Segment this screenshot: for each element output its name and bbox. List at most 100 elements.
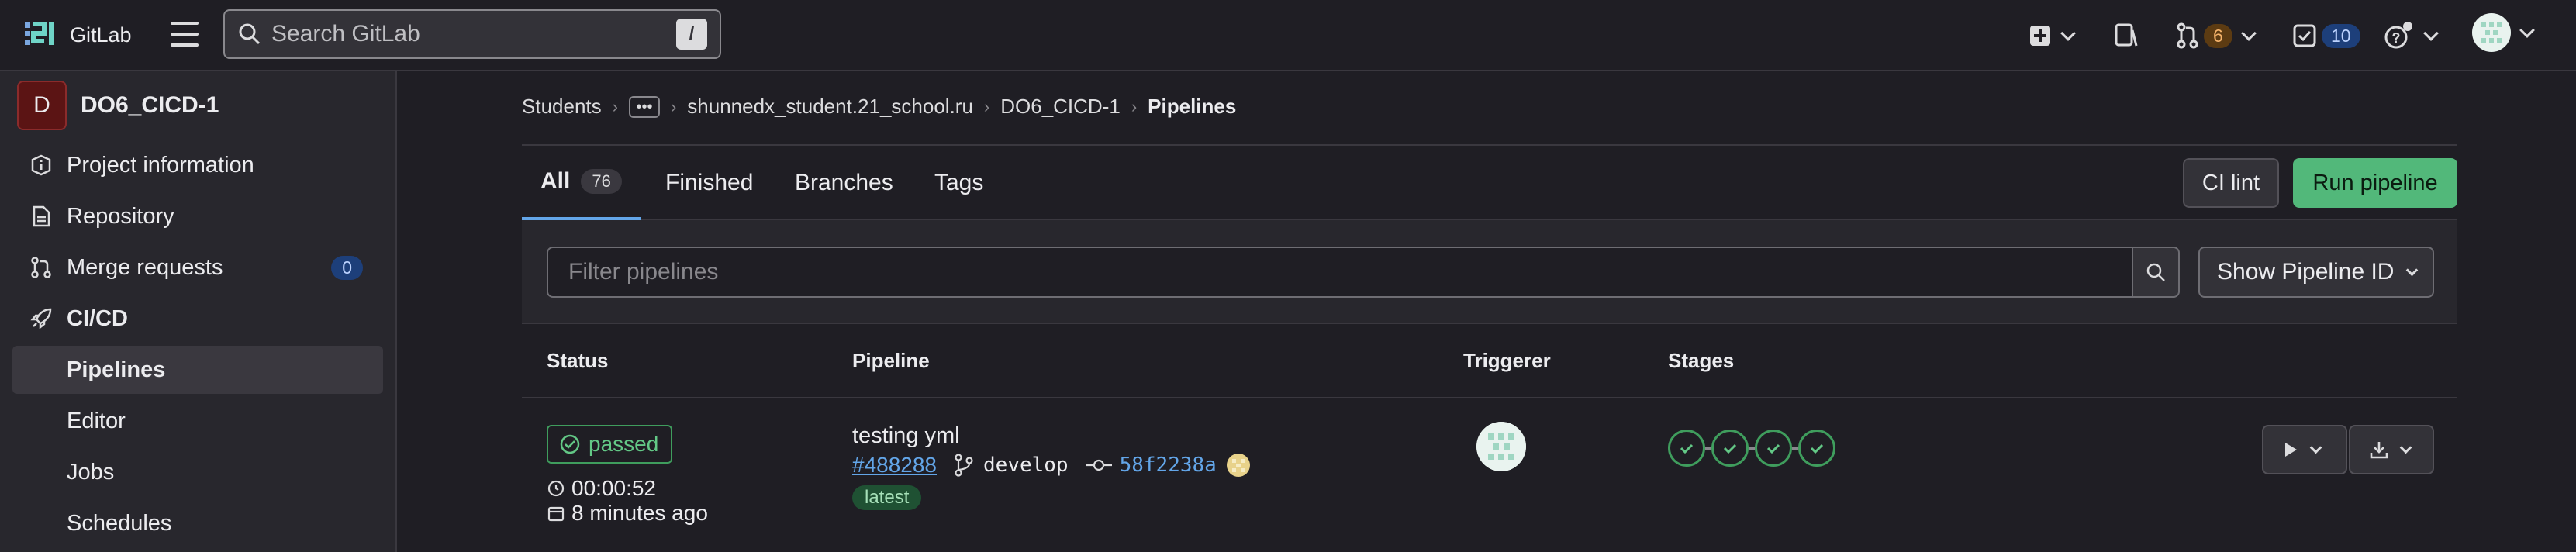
merge-request-icon	[31, 257, 51, 278]
chevron-down-icon	[2423, 26, 2439, 41]
filter-bar: Filter pipelines Show Pipeline ID	[522, 220, 2457, 324]
sidebar-item-project-information[interactable]: Project information	[12, 141, 383, 189]
sidebar-item-label: Merge requests	[67, 254, 223, 280]
check-icon	[1723, 443, 1737, 454]
table-row: passed 00:00:52 8 minutes ago testing ym…	[522, 398, 2457, 552]
app-name: GitLab	[70, 22, 132, 47]
sidebar-item-label: Repository	[67, 203, 174, 229]
tab-tags[interactable]: Tags	[934, 146, 983, 220]
project-avatar: D	[17, 81, 67, 130]
breadcrumb-item-project[interactable]: DO6_CICD-1	[1000, 95, 1121, 119]
commit-author-avatar[interactable]	[1226, 453, 1251, 478]
calendar-icon	[547, 506, 565, 522]
pipeline-stages	[1668, 430, 1835, 467]
stage-status-button[interactable]	[1755, 430, 1792, 467]
pipeline-tabs: All 76 Finished Branches Tags CI lint Ru…	[522, 144, 2457, 220]
merge-requests-badge: 0	[331, 255, 363, 280]
branch-name-link[interactable]: develop	[983, 454, 1069, 477]
menu-bar	[171, 43, 199, 47]
create-new-button[interactable]	[2029, 19, 2076, 53]
tab-all[interactable]: All 76	[522, 146, 641, 220]
sidebar-item-schedules[interactable]: Schedules	[12, 499, 383, 547]
search-shortcut-key: /	[676, 19, 707, 50]
check-icon	[1680, 443, 1694, 454]
sidebar-item-label: CI/CD	[67, 305, 128, 331]
search-icon	[239, 23, 261, 45]
tab-label: Finished	[665, 170, 754, 195]
run-pipeline-button[interactable]: Run pipeline	[2293, 158, 2457, 208]
project-header-link[interactable]: D DO6_CICD-1	[17, 81, 219, 130]
filter-search-button[interactable]	[2132, 247, 2180, 298]
sidebar-item-editor[interactable]: Editor	[12, 397, 383, 445]
show-pipeline-id-dropdown[interactable]: Show Pipeline ID	[2198, 247, 2434, 298]
finished-value: 8 minutes ago	[571, 501, 708, 525]
tab-count-badge: 76	[581, 169, 622, 194]
sidebar: D DO6_CICD-1 Project information Reposit…	[0, 71, 397, 552]
rocket-icon	[30, 308, 52, 329]
stage-status-button[interactable]	[1711, 430, 1749, 467]
menu-toggle-button[interactable]	[169, 22, 200, 47]
column-header-stages: Stages	[1668, 349, 1735, 372]
ci-lint-button[interactable]: CI lint	[2183, 158, 2279, 208]
status-badge[interactable]: passed	[547, 425, 673, 464]
sidebar-item-merge-requests[interactable]: Merge requests 0	[12, 243, 383, 292]
issues-button[interactable]	[2114, 19, 2139, 53]
pipeline-duration: 00:00:52	[547, 476, 656, 501]
pipelines-table-header: Status Pipeline Triggerer Stages	[522, 326, 2457, 398]
check-circle-icon	[560, 434, 580, 454]
breadcrumb-separator: ›	[1131, 96, 1138, 116]
sidebar-item-label: Schedules	[67, 510, 172, 536]
svg-text:?: ?	[2392, 30, 2401, 46]
user-menu[interactable]	[2472, 13, 2535, 52]
download-icon	[2370, 442, 2388, 459]
duration-value: 00:00:52	[571, 476, 656, 500]
breadcrumb-more-button[interactable]: •••	[628, 95, 660, 118]
tab-branches[interactable]: Branches	[795, 146, 893, 220]
menu-bar	[171, 33, 199, 36]
breadcrumb-item-students[interactable]: Students	[522, 95, 602, 119]
breadcrumb-separator: ›	[983, 96, 990, 116]
plus-square-icon	[2030, 26, 2050, 46]
sidebar-item-label: Pipelines	[67, 357, 166, 382]
search-input[interactable]: Search GitLab /	[223, 9, 721, 59]
triggerer-avatar[interactable]	[1476, 422, 1526, 471]
breadcrumb-item-namespace[interactable]: shunnedx_student.21_school.ru	[687, 95, 973, 119]
pipeline-commit-title[interactable]: testing yml	[852, 423, 960, 449]
sidebar-item-label: Jobs	[67, 459, 115, 485]
sidebar-item-repository[interactable]: Repository	[12, 192, 383, 240]
pipeline-details: #488288 develop 58f2238a	[852, 453, 1251, 478]
top-bar: GitLab Search GitLab / 6 10 ?	[0, 0, 2576, 71]
stage-connector	[1705, 447, 1711, 450]
stage-status-button[interactable]	[1798, 430, 1835, 467]
sidebar-item-ci-cd[interactable]: CI/CD	[12, 295, 383, 343]
download-artifacts-dropdown[interactable]	[2349, 425, 2434, 474]
branch-icon	[955, 454, 973, 477]
breadcrumb-separator: ›	[612, 96, 618, 116]
latest-badge: latest	[852, 485, 922, 510]
project-name: DO6_CICD-1	[81, 92, 219, 118]
stage-status-button[interactable]	[1668, 430, 1705, 467]
gitlab-logo-icon	[25, 22, 54, 45]
breadcrumb-separator: ›	[670, 96, 677, 116]
search-icon	[2146, 263, 2165, 281]
chevron-down-icon	[2399, 441, 2412, 454]
filter-pipelines-input[interactable]: Filter pipelines	[547, 247, 2132, 298]
help-menu[interactable]: ?	[2384, 19, 2439, 53]
help-icon: ?	[2384, 22, 2412, 49]
commit-sha-link[interactable]: 58f2238a	[1120, 454, 1217, 477]
sidebar-item-jobs[interactable]: Jobs	[12, 448, 383, 496]
sidebar-item-pipelines[interactable]: Pipelines	[12, 346, 383, 394]
clock-icon	[547, 480, 565, 497]
run-manual-job-dropdown[interactable]	[2262, 425, 2347, 474]
breadcrumb-item-current[interactable]: Pipelines	[1148, 95, 1236, 119]
tab-label: Tags	[934, 170, 984, 195]
sidebar-item-label: Project information	[67, 152, 254, 178]
merge-requests-menu[interactable]: 6	[2176, 19, 2257, 53]
tab-finished[interactable]: Finished	[665, 146, 753, 220]
todo-checkbox-icon	[2293, 24, 2316, 47]
pipeline-finished-time: 8 minutes ago	[547, 501, 708, 526]
gitlab-logo-link[interactable]: GitLab	[23, 17, 132, 53]
chevron-down-icon	[2406, 264, 2419, 276]
pipeline-id-link[interactable]: #488288	[852, 453, 937, 478]
todos-button[interactable]: 10	[2292, 19, 2360, 53]
